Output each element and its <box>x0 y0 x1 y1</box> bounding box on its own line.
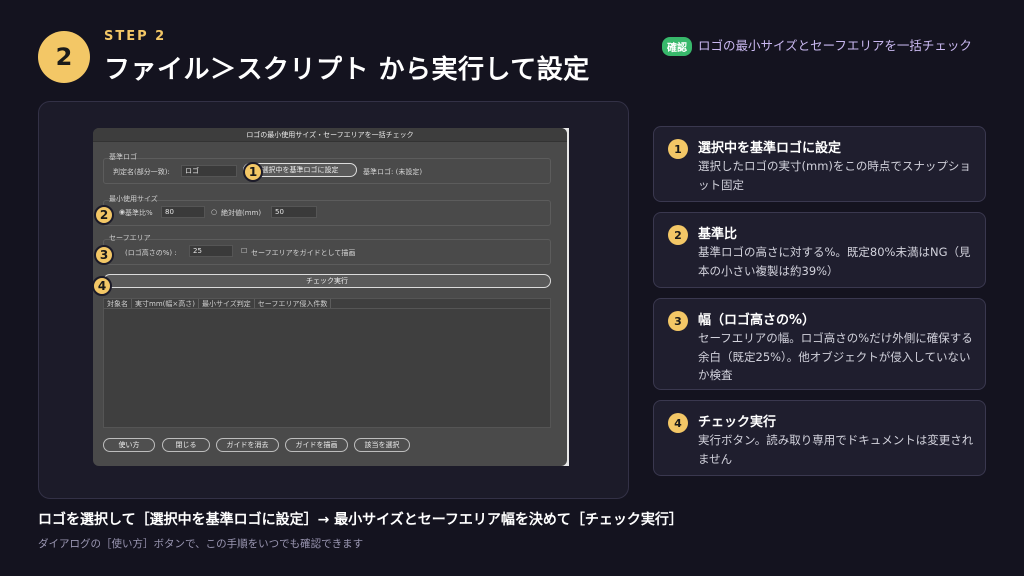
card-number: 2 <box>668 225 688 245</box>
ratio-field[interactable]: 80 <box>161 206 205 218</box>
guide-checkbox-label: セーフエリアをガイドとして描画 <box>251 249 356 257</box>
close-button[interactable]: 閉じる <box>162 438 210 452</box>
tip-callout: 確認 ロゴの最小サイズとセーフエリアを一括チェック <box>662 36 992 56</box>
safe-width-field[interactable]: 25 <box>189 245 233 257</box>
guide-checkbox[interactable]: ☐ <box>241 247 247 255</box>
card-number: 1 <box>668 139 688 159</box>
column-header[interactable]: 最小サイズ判定 <box>199 299 255 308</box>
tip-badge: 確認 <box>662 37 692 56</box>
card-title: 幅（ロゴ高さの%） <box>698 313 816 328</box>
card-4: 4 チェック実行 実行ボタン。読み取り専用でドキュメントは変更されません <box>653 400 986 476</box>
card-title: チェック実行 <box>698 415 777 430</box>
marker-3: 3 <box>94 245 114 265</box>
card-description: セーフエリアの幅。ロゴ高さの%だけ外側に確保する余白（既定25%）。他オブジェク… <box>698 331 973 382</box>
marker-1: 1 <box>243 162 263 182</box>
dialog-title: ロゴの最小使用サイズ・セーフエリアを一括チェック <box>93 128 567 142</box>
safe-width-label: (ロゴ高さの%) : <box>125 249 177 257</box>
summary-text: ロゴを選択して［選択中を基準ロゴに設定］→ 最小サイズとセーフエリア幅を決めて［… <box>38 512 683 528</box>
results-table[interactable]: 対象名 実寸mm(幅×高さ) 最小サイズ判定 セーフエリア侵入件数 <box>103 298 551 428</box>
marker-4: 4 <box>92 276 112 296</box>
match-name-field[interactable]: ロゴ <box>181 165 237 177</box>
clear-guide-button[interactable]: ガイドを消去 <box>216 438 279 452</box>
step-label: STEP 2 <box>104 29 167 44</box>
check-run-button[interactable]: チェック実行 <box>103 274 551 288</box>
step-number-badge: 2 <box>38 31 90 83</box>
card-description: 基準ロゴの高さに対する%。既定80%未満はNG（見本の小さい複製は約39%） <box>698 245 971 278</box>
card-description: 実行ボタン。読み取り専用でドキュメントは変更されません <box>698 433 974 466</box>
abs-radio[interactable]: ○ <box>211 208 217 216</box>
marker-2: 2 <box>94 205 114 225</box>
column-header[interactable]: 実寸mm(幅×高さ) <box>132 299 199 308</box>
tip-text: ロゴの最小サイズとセーフエリアを一括チェック <box>698 38 972 53</box>
card-3: 3 幅（ロゴ高さの%） セーフエリアの幅。ロゴ高さの%だけ外側に確保する余白（既… <box>653 298 986 390</box>
card-description: 選択したロゴの実寸(mm)をこの時点でスナップショット固定 <box>698 159 971 192</box>
results-table-header: 対象名 実寸mm(幅×高さ) 最小サイズ判定 セーフエリア侵入件数 <box>104 299 550 309</box>
ratio-label: 基準比% <box>125 209 153 217</box>
abs-field[interactable]: 50 <box>271 206 317 218</box>
usage-button[interactable]: 使い方 <box>103 438 155 452</box>
column-header[interactable]: セーフエリア侵入件数 <box>255 299 332 308</box>
select-matches-button[interactable]: 該当を選択 <box>354 438 410 452</box>
script-dialog: ロゴの最小使用サイズ・セーフエリアを一括チェック 基準ロゴ 判定名(部分一致):… <box>93 128 567 466</box>
draw-guide-button[interactable]: ガイドを描画 <box>285 438 348 452</box>
note-text: ダイアログの［使い方］ボタンで、この手順をいつでも確認できます <box>38 538 364 550</box>
page-title: ファイル＞スクリプト から実行して設定 <box>104 55 590 85</box>
column-header[interactable]: 対象名 <box>104 299 132 308</box>
card-title: 基準比 <box>698 227 738 242</box>
card-1: 1 選択中を基準ロゴに設定 選択したロゴの実寸(mm)をこの時点でスナップショッ… <box>653 126 986 202</box>
safe-area-section-label: セーフエリア <box>109 234 151 242</box>
card-number: 4 <box>668 413 688 433</box>
abs-label: 絶対値(mm) <box>221 209 262 217</box>
card-2: 2 基準比 基準ロゴの高さに対する%。既定80%未満はNG（見本の小さい複製は約… <box>653 212 986 288</box>
card-number: 3 <box>668 311 688 331</box>
min-size-section-label: 最小使用サイズ <box>109 195 158 203</box>
base-logo-section-label: 基準ロゴ <box>109 153 137 161</box>
card-title: 選択中を基準ロゴに設定 <box>698 141 842 156</box>
match-name-label: 判定名(部分一致): <box>113 168 170 176</box>
base-logo-status: 基準ロゴ: (未設定) <box>363 168 423 176</box>
